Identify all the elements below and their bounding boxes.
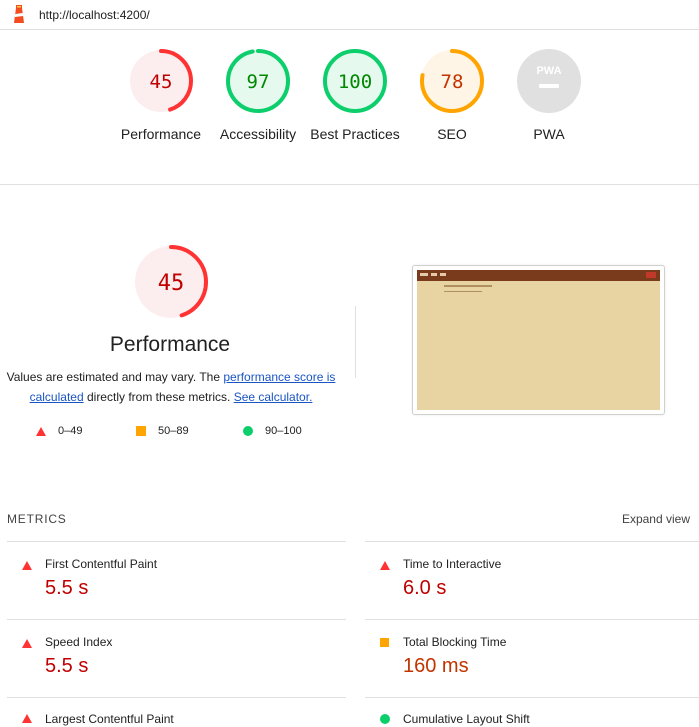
seo-gauge-ring: 78 bbox=[420, 49, 484, 113]
expand-view-toggle[interactable]: Expand view bbox=[622, 512, 690, 526]
legend-range: 90–100 bbox=[265, 425, 302, 437]
metric-value: 6.0 s bbox=[403, 577, 447, 599]
gauge-label: Performance bbox=[120, 126, 202, 142]
lighthouse-icon bbox=[14, 5, 24, 23]
metric-cumulative-layout-shift: Cumulative Layout Shift bbox=[365, 697, 699, 727]
gauge-pwa[interactable]: PWA PWA bbox=[499, 48, 599, 144]
legend-range: 50–89 bbox=[158, 425, 189, 437]
gauge-accessibility[interactable]: 97 Accessibility bbox=[208, 48, 308, 144]
triangle-icon bbox=[22, 714, 32, 723]
metric-total-blocking-time: Total Blocking Time 160 ms bbox=[365, 619, 699, 697]
gauge-label: Best Practices bbox=[310, 126, 400, 142]
performance-large-gauge: 45 bbox=[134, 245, 208, 319]
metric-name: Cumulative Layout Shift bbox=[403, 712, 530, 726]
gauge-score: 78 bbox=[441, 71, 464, 93]
performance-score: 45 bbox=[158, 271, 185, 296]
final-screenshot[interactable] bbox=[412, 265, 665, 415]
metric-first-contentful-paint: First Contentful Paint 5.5 s bbox=[7, 541, 346, 619]
metric-value: 160 ms bbox=[403, 655, 469, 677]
legend-range: 0–49 bbox=[58, 425, 83, 437]
gauge-label: Accessibility bbox=[219, 126, 297, 142]
gauge-label: PWA bbox=[533, 126, 565, 142]
gauge-score: 100 bbox=[338, 71, 372, 93]
performance-section: 45 Performance Values are estimated and … bbox=[0, 186, 699, 496]
legend-fail: 0–49 bbox=[36, 425, 82, 437]
see-calculator-link[interactable]: See calculator. bbox=[234, 390, 313, 404]
metric-speed-index: Speed Index 5.5 s bbox=[7, 619, 346, 697]
performance-title: Performance bbox=[109, 333, 231, 356]
gauge-score: 97 bbox=[247, 71, 270, 93]
metric-name: Total Blocking Time bbox=[403, 635, 507, 649]
screenshot-thumbnail bbox=[417, 270, 660, 410]
page-url[interactable]: http://localhost:4200/ bbox=[39, 8, 150, 22]
performance-description: Values are estimated and may vary. The p… bbox=[6, 367, 336, 407]
pwa-badge-icon: PWA bbox=[517, 49, 581, 113]
metric-value: 5.5 s bbox=[45, 655, 89, 677]
metric-name: Largest Contentful Paint bbox=[45, 712, 174, 726]
metric-time-to-interactive: Time to Interactive 6.0 s bbox=[365, 541, 699, 619]
square-icon bbox=[136, 426, 146, 436]
gauge-seo[interactable]: 78 SEO bbox=[402, 48, 502, 144]
circle-icon bbox=[380, 714, 390, 724]
metric-name: First Contentful Paint bbox=[45, 557, 158, 571]
legend-average: 50–89 bbox=[136, 425, 189, 437]
desc-prefix: Values are estimated and may vary. The bbox=[6, 370, 224, 384]
metric-name: Time to Interactive bbox=[403, 557, 502, 571]
gauge-performance[interactable]: 45 Performance bbox=[111, 48, 211, 144]
vertical-divider bbox=[355, 306, 356, 378]
accessibility-gauge-ring: 97 bbox=[226, 49, 290, 113]
url-bar: http://localhost:4200/ bbox=[0, 0, 699, 30]
thumbnail-navbar bbox=[417, 270, 660, 281]
square-icon bbox=[380, 638, 389, 647]
gauge-best-practices[interactable]: 100 Best Practices bbox=[305, 48, 405, 144]
triangle-icon bbox=[22, 561, 32, 570]
legend-pass: 90–100 bbox=[243, 425, 302, 437]
metric-largest-contentful-paint: Largest Contentful Paint bbox=[7, 697, 346, 727]
category-gauges: 45 Performance 97 Accessibility 100 Best… bbox=[0, 30, 699, 185]
best-practices-gauge-ring: 100 bbox=[323, 49, 387, 113]
metrics-heading: METRICS bbox=[7, 512, 67, 526]
gauge-score: 45 bbox=[150, 71, 173, 93]
gauge-label: SEO bbox=[437, 126, 467, 142]
metric-value: 5.5 s bbox=[45, 577, 89, 599]
metric-name: Speed Index bbox=[45, 635, 113, 649]
performance-gauge-ring: 45 bbox=[129, 49, 193, 113]
desc-middle: directly from these metrics. bbox=[83, 390, 234, 404]
triangle-icon bbox=[380, 561, 390, 570]
triangle-icon bbox=[36, 426, 46, 436]
score-legend: 0–49 50–89 90–100 bbox=[36, 425, 336, 441]
triangle-icon bbox=[22, 639, 32, 648]
circle-icon bbox=[243, 426, 253, 436]
pwa-badge-text: PWA bbox=[536, 65, 561, 77]
